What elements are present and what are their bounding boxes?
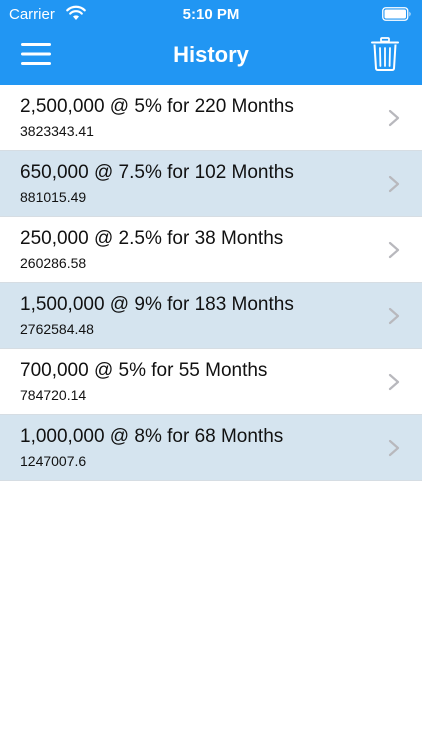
page-title: History bbox=[173, 42, 249, 67]
loan-total: 881015.49 bbox=[20, 189, 87, 205]
chevron-right-icon bbox=[388, 241, 400, 259]
trash-icon[interactable] bbox=[371, 37, 399, 71]
loan-summary: 1,500,000 @ 9% for 183 Months bbox=[20, 294, 294, 315]
battery-icon bbox=[382, 7, 411, 21]
loan-total: 2762584.48 bbox=[20, 321, 94, 337]
loan-total: 1247007.6 bbox=[20, 453, 87, 469]
loan-total: 784720.14 bbox=[20, 387, 87, 403]
loan-summary: 700,000 @ 5% for 55 Months bbox=[20, 360, 268, 381]
history-list: 2,500,000 @ 5% for 220 Months 3823343.41… bbox=[0, 85, 422, 481]
loan-summary: 1,000,000 @ 8% for 68 Months bbox=[20, 426, 284, 447]
loan-total: 3823343.41 bbox=[20, 123, 94, 139]
loan-summary: 650,000 @ 7.5% for 102 Months bbox=[20, 162, 294, 183]
status-bar: Carrier 5:10 PM bbox=[0, 0, 422, 28]
loan-total: 260286.58 bbox=[20, 255, 87, 271]
history-row[interactable]: 250,000 @ 2.5% for 38 Months 260286.58 bbox=[0, 217, 422, 283]
history-row[interactable]: 1,500,000 @ 9% for 183 Months 2762584.48 bbox=[0, 283, 422, 349]
history-row[interactable]: 1,000,000 @ 8% for 68 Months 1247007.6 bbox=[0, 415, 422, 481]
loan-summary: 2,500,000 @ 5% for 220 Months bbox=[20, 96, 294, 117]
chevron-right-icon bbox=[388, 373, 400, 391]
chevron-right-icon bbox=[388, 175, 400, 193]
status-time: 5:10 PM bbox=[182, 6, 240, 23]
chevron-right-icon bbox=[388, 439, 400, 457]
history-row[interactable]: 650,000 @ 7.5% for 102 Months 881015.49 bbox=[0, 151, 422, 217]
chevron-right-icon bbox=[388, 307, 400, 325]
app-header: Carrier 5:10 PM History bbox=[0, 0, 422, 85]
chevron-right-icon bbox=[388, 109, 400, 127]
loan-summary: 250,000 @ 2.5% for 38 Months bbox=[20, 228, 284, 249]
history-row[interactable]: 2,500,000 @ 5% for 220 Months 3823343.41 bbox=[0, 85, 422, 151]
history-row[interactable]: 700,000 @ 5% for 55 Months 784720.14 bbox=[0, 349, 422, 415]
